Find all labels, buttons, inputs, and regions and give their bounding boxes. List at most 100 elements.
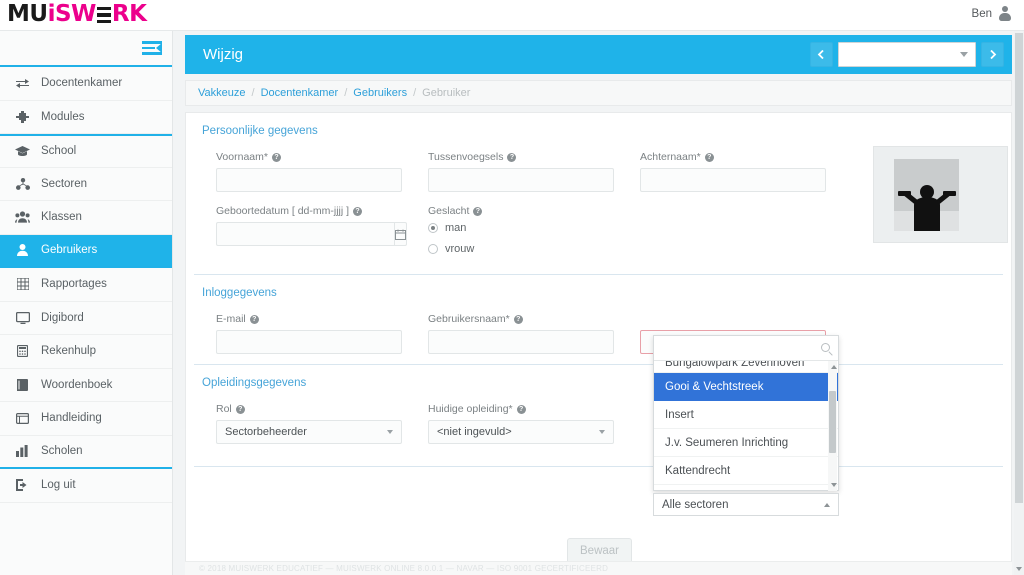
user-menu[interactable]: Ben <box>972 6 1012 22</box>
rol-select-value: Sectorbeheerder <box>225 426 307 438</box>
dropdown-search-input[interactable] <box>654 336 814 359</box>
manual-icon <box>13 412 32 424</box>
sidebar-item-scholen[interactable]: Scholen <box>0 436 172 469</box>
geboortedatum-input[interactable] <box>216 222 394 246</box>
dropdown-option[interactable]: Insert <box>654 401 838 429</box>
application-window: MUiSW RK Ben Docentenkamer Modules Schoo… <box>0 0 1024 575</box>
sidebar-item-label: Modules <box>41 110 85 123</box>
sidebar-item-klassen[interactable]: Klassen <box>0 201 172 235</box>
dropdown-option[interactable]: Kattendrecht <box>654 457 838 485</box>
sidebar-item-label: School <box>41 145 77 158</box>
sidebar-item-docentenkamer[interactable]: Docentenkamer <box>0 67 172 101</box>
label-tussenvoegsels: Tussenvoegsels ? <box>428 151 640 163</box>
help-icon[interactable]: ? <box>704 152 714 162</box>
help-icon[interactable]: ? <box>249 314 259 324</box>
breadcrumb-item-docentenkamer[interactable]: Docentenkamer <box>261 87 339 99</box>
huidige-opleiding-select[interactable]: <niet ingevuld> <box>428 420 614 444</box>
achternaam-input[interactable] <box>640 168 826 192</box>
sidebar-item-digibord[interactable]: Digibord <box>0 302 172 335</box>
logout-icon <box>13 479 32 492</box>
sidebar-item-school[interactable]: School <box>0 134 172 168</box>
calendar-picker-button[interactable] <box>394 222 407 246</box>
sitemap-icon <box>13 177 32 190</box>
dropdown-option[interactable]: Bungalowpark Zevenhoven <box>654 361 838 373</box>
sidebar-item-handleiding[interactable]: Handleiding <box>0 402 172 436</box>
breadcrumb-item-vakkeuze[interactable]: Vakkeuze <box>198 87 246 99</box>
section-education: Opleidingsgegevens Rol ? Sectorbeheerder <box>186 365 1011 444</box>
help-icon[interactable]: ? <box>271 152 281 162</box>
scroll-down-icon[interactable] <box>830 483 837 487</box>
scroll-up-icon[interactable] <box>830 365 837 369</box>
sidebar-item-label: Woordenboek <box>41 378 113 391</box>
dropdown-search-row[interactable] <box>654 336 838 361</box>
radio-button <box>428 223 438 233</box>
previous-record-button[interactable] <box>810 42 833 67</box>
scrollbar-thumb[interactable] <box>1015 33 1023 503</box>
breadcrumb-current: Gebruiker <box>422 87 471 99</box>
search-icon <box>821 343 830 352</box>
label-geboortedatum: Geboortedatum [ dd-mm-jjjj ] ? <box>216 205 428 217</box>
dropdown-scrollbar[interactable] <box>828 361 837 491</box>
huidige-opleiding-value: <niet ingevuld> <box>437 426 512 438</box>
scrollbar-thumb[interactable] <box>829 391 836 453</box>
alle-sectoren-value: Alle sectoren <box>662 498 729 511</box>
field-tussenvoegsels: Tussenvoegsels ? <box>428 151 640 192</box>
alle-sectoren-select[interactable]: Alle sectoren <box>653 493 839 516</box>
chevron-down-icon <box>599 430 605 434</box>
radio-geslacht-man[interactable]: man <box>428 222 640 234</box>
sidebar-item-rapportages[interactable]: Rapportages <box>0 268 172 302</box>
next-record-button[interactable] <box>981 42 1004 67</box>
page-scrollbar[interactable] <box>1014 31 1024 575</box>
logo-part-sw: SW <box>54 1 96 27</box>
rol-select[interactable]: Sectorbeheerder <box>216 420 402 444</box>
dropdown-option[interactable]: J.v. Seumeren Inrichting <box>654 429 838 457</box>
chevron-up-icon <box>824 503 830 507</box>
muiswerk-logo[interactable]: MUiSW RK <box>7 1 147 27</box>
gebruikersnaam-input[interactable] <box>428 330 614 354</box>
sidebar-item-gebruikers[interactable]: Gebruikers <box>0 234 172 268</box>
avatar-card[interactable] <box>873 146 1008 243</box>
scroll-down-icon[interactable] <box>1016 567 1022 571</box>
help-icon[interactable]: ? <box>473 206 483 216</box>
breadcrumb-separator: / <box>251 87 255 99</box>
monitor-icon <box>13 311 32 324</box>
label-gebruikersnaam: Gebruikersnaam* ? <box>428 313 640 325</box>
sidebar-item-rekenhulp[interactable]: Rekenhulp <box>0 335 172 369</box>
tussenvoegsels-input[interactable] <box>428 168 614 192</box>
sidebar-item-modules[interactable]: Modules <box>0 101 172 134</box>
sidebar-item-sectoren[interactable]: Sectoren <box>0 168 172 201</box>
section-divider <box>194 466 1003 467</box>
help-icon[interactable]: ? <box>353 206 363 216</box>
chevron-down-icon <box>960 52 968 57</box>
form-row-login: E-mail ? Gebruikersnaam* ? <box>186 313 1011 354</box>
radio-geslacht-vrouw[interactable]: vrouw <box>428 243 640 255</box>
page-title: Wijzig <box>203 46 243 63</box>
help-icon[interactable]: ? <box>516 404 526 414</box>
help-icon[interactable]: ? <box>513 314 523 324</box>
breadcrumb-item-gebruikers[interactable]: Gebruikers <box>353 87 407 99</box>
logo-part-rk: RK <box>111 1 147 27</box>
email-input[interactable] <box>216 330 402 354</box>
help-icon[interactable]: ? <box>507 152 517 162</box>
section-title-education: Opleidingsgegevens <box>202 377 307 389</box>
page-header-bar: Wijzig <box>185 35 1012 74</box>
sidebar-item-label: Digibord <box>41 311 84 324</box>
field-geboortedatum: Geboortedatum [ dd-mm-jjjj ] ? <box>216 205 428 264</box>
graduation-cap-icon <box>13 145 32 157</box>
help-icon[interactable]: ? <box>235 404 245 414</box>
dropdown-option-highlighted[interactable]: Gooi & Vechtstreek <box>654 373 838 401</box>
record-select[interactable] <box>838 42 976 67</box>
book-icon <box>13 378 32 391</box>
sidebar-item-log-uit[interactable]: Log uit <box>0 469 172 503</box>
field-achternaam: Achternaam* ? <box>640 151 852 192</box>
puzzle-icon <box>13 110 32 123</box>
voornaam-input[interactable] <box>216 168 402 192</box>
radio-button <box>428 244 438 254</box>
chevron-down-icon <box>387 430 393 434</box>
sidebar-item-label: Sectoren <box>41 177 88 190</box>
logo-part-e-bars <box>96 7 111 23</box>
arrow-left-icon <box>817 50 824 59</box>
radio-label: man <box>445 222 467 234</box>
sidebar-item-woordenboek[interactable]: Woordenboek <box>0 369 172 402</box>
menu-collapse-icon[interactable] <box>142 40 162 56</box>
